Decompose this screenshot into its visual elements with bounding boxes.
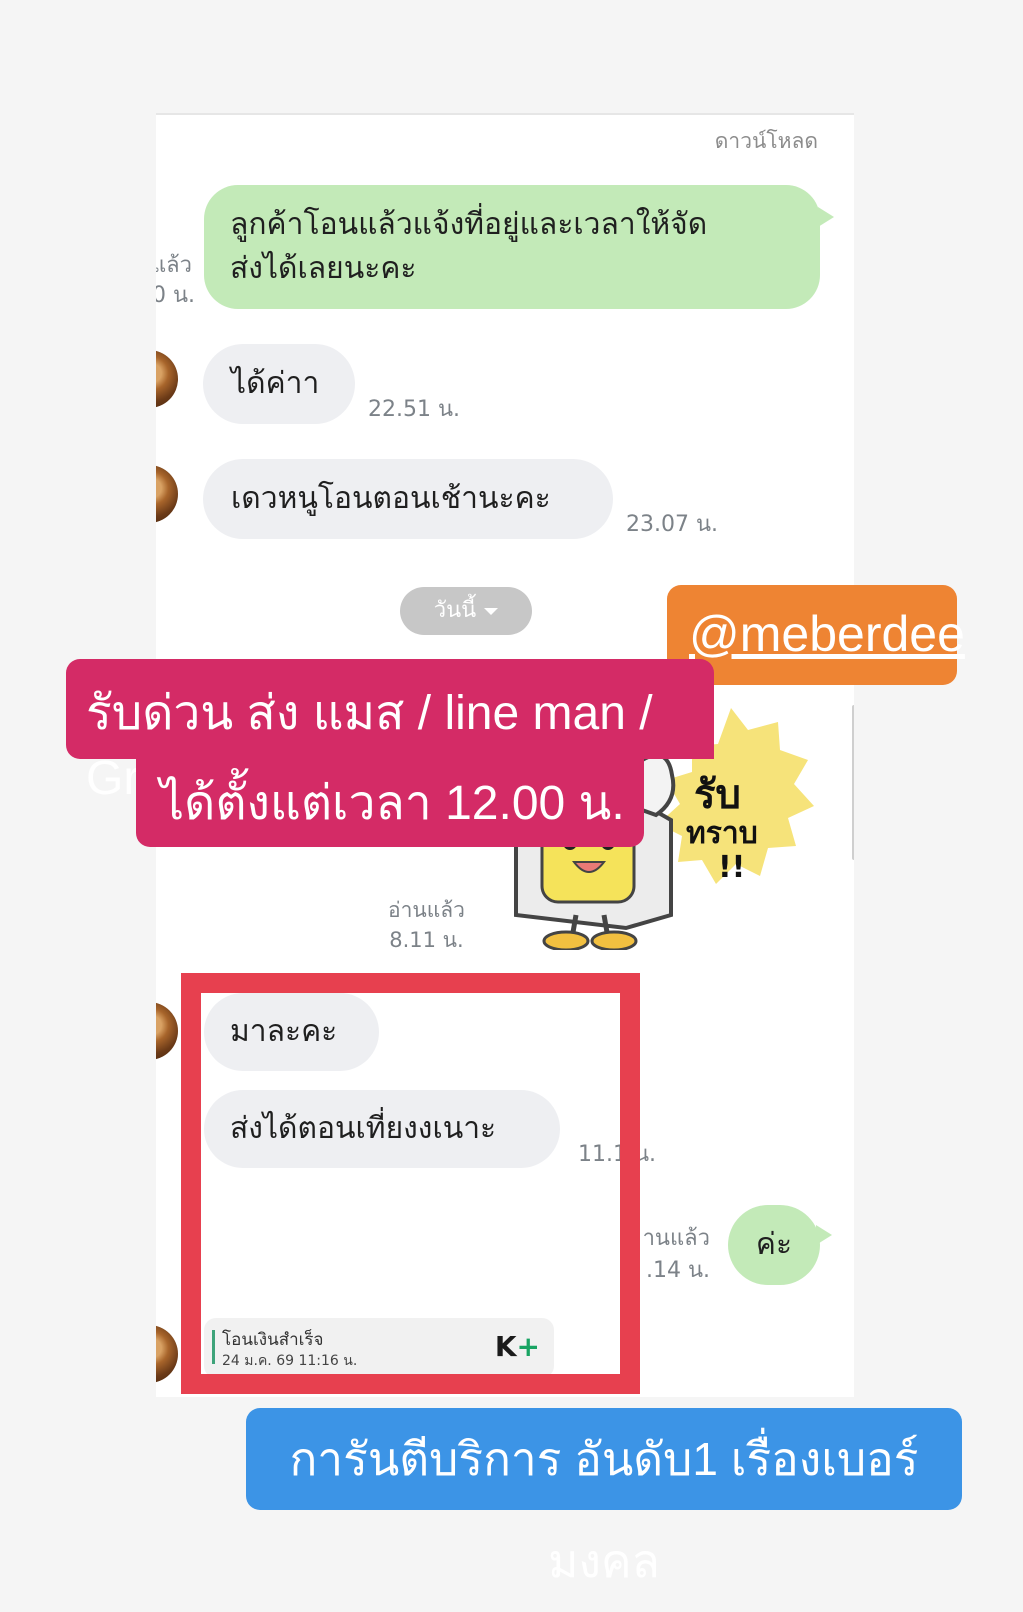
outgoing-message-bubble[interactable]: ค่ะ: [728, 1205, 820, 1285]
read-label: านแล้ว: [642, 1226, 710, 1251]
guarantee-banner: การันตีบริการ อันดับ1 เรื่องเบอร์มงคล: [246, 1408, 962, 1587]
read-time: 8.11 น.: [389, 928, 464, 952]
promo-banner-line-1: รับด่วน ส่ง แมส / line man / Grab: [66, 659, 714, 805]
avatar[interactable]: [156, 1002, 178, 1060]
message-time: 22.51 น.: [368, 397, 461, 422]
promo-banner-line-2: ได้ตั้งแต่เวลา 12.00 น. ++: [136, 755, 644, 895]
message-text: ค่ะ: [755, 1227, 793, 1262]
avatar[interactable]: [156, 350, 178, 408]
message-time: 23.07 น.: [626, 512, 719, 537]
guarantee-text: การันตีบริการ อันดับ1 เรื่องเบอร์มงคล: [289, 1433, 919, 1587]
read-receipt: อ่านแล้ว 8.11 น.: [388, 895, 465, 955]
avatar[interactable]: [156, 465, 178, 523]
incoming-message-bubble[interactable]: ได้ค่าา: [203, 344, 355, 424]
bubble-tail: [816, 1225, 832, 1245]
scrollbar[interactable]: [852, 705, 854, 860]
read-time: 0 น.: [156, 283, 196, 308]
chevron-down-icon: [484, 607, 499, 615]
incoming-message-bubble[interactable]: เดวหนูโอนตอนเช้านะคะ: [203, 459, 613, 539]
download-link[interactable]: ดาวน์โหลด: [715, 125, 818, 158]
read-receipt: านแล้ว .14 น.: [638, 1223, 710, 1287]
read-time: .14 น.: [645, 1258, 710, 1283]
promo-text: ได้ตั้งแต่เวลา 12.00 น. ++: [160, 777, 625, 895]
avatar[interactable]: [156, 1325, 178, 1383]
bubble-tail: [818, 207, 834, 227]
handle-text: @meberdee: [689, 606, 965, 662]
read-receipt-clipped: แล้ว 0 น.: [156, 251, 195, 311]
message-text: เดวหนูโอนตอนเช้านะคะ: [231, 481, 551, 516]
outgoing-message-bubble[interactable]: ลูกค้าโอนแล้วแจ้งที่อยู่และเวลาให้จัด ส่…: [204, 185, 820, 309]
message-line: ส่งได้เลยนะคะ: [230, 251, 417, 286]
date-divider[interactable]: วันนี้: [400, 587, 532, 635]
message-text: ได้ค่าา: [231, 366, 320, 401]
message-line: ลูกค้าโอนแล้วแจ้งที่อยู่และเวลาให้จัด: [230, 207, 708, 242]
sticker-text: !!: [718, 850, 746, 885]
date-label: วันนี้: [433, 598, 477, 623]
read-label: อ่านแล้ว: [388, 898, 465, 922]
read-label: แล้ว: [156, 253, 193, 278]
highlight-frame: [181, 973, 640, 1394]
